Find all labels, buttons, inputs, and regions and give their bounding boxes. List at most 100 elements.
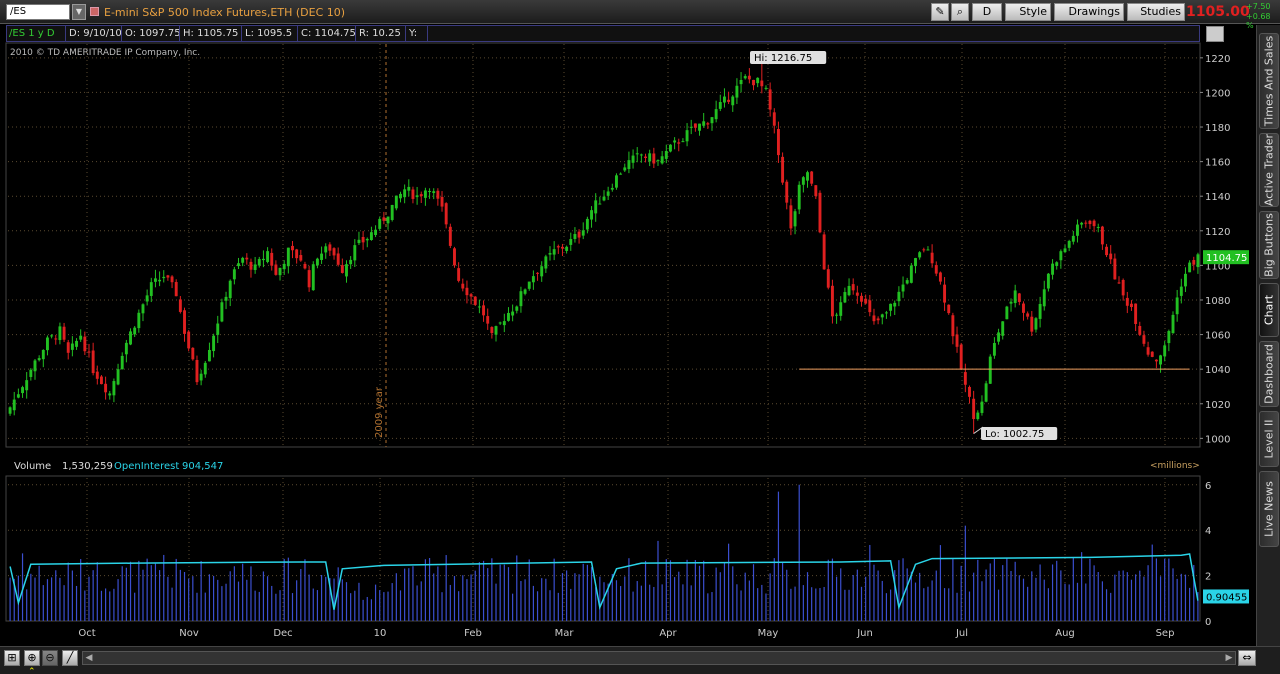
candle-body — [199, 373, 203, 381]
scroll-right-icon[interactable]: ▶ — [1223, 652, 1235, 664]
scroll-left-icon[interactable]: ◀ — [83, 652, 95, 664]
candle-body — [1142, 335, 1146, 344]
candle-body — [1100, 226, 1104, 245]
candle-body — [448, 226, 452, 246]
candle-body — [386, 216, 390, 224]
candle-body — [253, 264, 257, 271]
candle-body — [880, 314, 884, 318]
candle-body — [1034, 318, 1038, 330]
candle-body — [507, 312, 510, 321]
candle-body — [851, 284, 855, 291]
candle-body — [1022, 303, 1025, 313]
open-interest-value: 904,547 — [182, 461, 224, 472]
volume-tick-label: 2 — [1205, 572, 1211, 583]
horizontal-scrollbar[interactable]: ◀ ▶ — [82, 651, 1236, 665]
sidebar: Times And Sales Active Trader Big Buttons C… — [1256, 25, 1280, 655]
sidebar-tab-live-news[interactable]: Live News — [1259, 471, 1279, 547]
candle-body — [75, 340, 78, 347]
candle-body — [735, 85, 739, 98]
candle-body — [54, 338, 58, 340]
candle-body — [241, 257, 245, 263]
candle-body — [66, 342, 70, 353]
candle-body — [1163, 345, 1167, 357]
candle-body — [145, 295, 149, 302]
sidebar-tab-label: Big Buttons — [1262, 213, 1276, 277]
candle-body — [963, 372, 967, 385]
candle-body — [116, 369, 120, 385]
collapse-icon[interactable]: ⌃ — [28, 668, 40, 674]
candle-body — [968, 386, 971, 397]
sidebar-tab-label: Active Trader — [1262, 133, 1276, 207]
candle-body — [972, 398, 976, 420]
time-tick-label: Mar — [555, 628, 575, 639]
sidebar-tab-active-trader[interactable]: Active Trader — [1259, 133, 1279, 207]
time-tick-label: Jun — [856, 628, 873, 639]
candle-body — [656, 160, 660, 162]
candle-body — [806, 172, 809, 181]
sidebar-tab-times-and-sales[interactable]: Times And Sales — [1259, 33, 1279, 129]
price-tick-label: 1040 — [1205, 365, 1230, 376]
candle-body — [681, 141, 685, 143]
candle-body — [112, 381, 116, 396]
candle-body — [860, 295, 863, 302]
candle-body — [79, 335, 83, 340]
candle-body — [1038, 303, 1042, 319]
candle-body — [16, 394, 20, 398]
candle-body — [727, 99, 731, 102]
volume-tick-label: 0 — [1205, 617, 1211, 628]
time-tick-label: Nov — [179, 628, 199, 639]
candle-body — [249, 261, 253, 270]
expand-timeline-icon[interactable]: ⇔ — [1238, 650, 1256, 666]
candle-body — [776, 129, 780, 156]
candles — [8, 63, 1200, 434]
candle-body — [1001, 321, 1005, 336]
price-chart[interactable]: 2009 year 100010201040106010801100112011… — [0, 0, 1256, 646]
candle-body — [938, 272, 942, 282]
candle-body — [212, 335, 216, 352]
candle-body — [428, 190, 432, 192]
sidebar-tab-level-ii[interactable]: Level II — [1259, 411, 1279, 467]
candle-body — [797, 184, 801, 210]
price-tick-label: 1080 — [1205, 296, 1230, 307]
candle-body — [407, 186, 411, 191]
sidebar-tab-chart[interactable]: Chart — [1259, 283, 1279, 337]
volume-header: Volume 1,530,259 OpenInterest 904,547 <m… — [6, 460, 1200, 476]
sidebar-tab-dashboard[interactable]: Dashboard — [1259, 341, 1279, 407]
zoom-out-icon[interactable]: ⊖ — [42, 650, 58, 666]
candle-body — [714, 109, 718, 120]
candle-body — [415, 195, 419, 198]
candle-body — [8, 407, 12, 414]
time-tick-label: Apr — [659, 628, 677, 639]
sidebar-tab-label: Times And Sales — [1262, 35, 1276, 127]
sidebar-tab-big-buttons[interactable]: Big Buttons — [1259, 211, 1279, 279]
candle-body — [619, 173, 623, 175]
candle-body — [685, 130, 689, 142]
candle-body — [203, 362, 207, 375]
candle-body — [594, 200, 598, 214]
zoom-in-icon[interactable]: ⊕ — [24, 650, 40, 666]
candle-body — [149, 282, 153, 296]
candle-body — [548, 253, 552, 255]
candle-body — [1188, 262, 1192, 273]
candle-body — [639, 154, 643, 156]
candle-body — [930, 252, 934, 264]
volume-tick-label: 4 — [1205, 526, 1211, 537]
candle-body — [1121, 279, 1125, 296]
candle-body — [677, 142, 681, 144]
candle-body — [299, 255, 303, 261]
candle-body — [801, 177, 805, 185]
grid-layout-icon[interactable]: ⊞ — [4, 650, 20, 666]
candle-body — [1080, 222, 1084, 225]
candle-body — [843, 292, 847, 303]
candle-body — [839, 302, 843, 316]
candle-body — [702, 121, 706, 126]
time-tick-label: Feb — [464, 628, 482, 639]
candle-body — [884, 312, 888, 314]
candle-body — [261, 258, 265, 261]
candle-body — [278, 267, 282, 276]
candle-body — [419, 194, 423, 197]
draw-line-icon[interactable]: ╱ — [62, 650, 78, 666]
candle-body — [320, 253, 324, 260]
candle-body — [1171, 314, 1175, 334]
open-interest-label: OpenInterest — [114, 461, 180, 472]
